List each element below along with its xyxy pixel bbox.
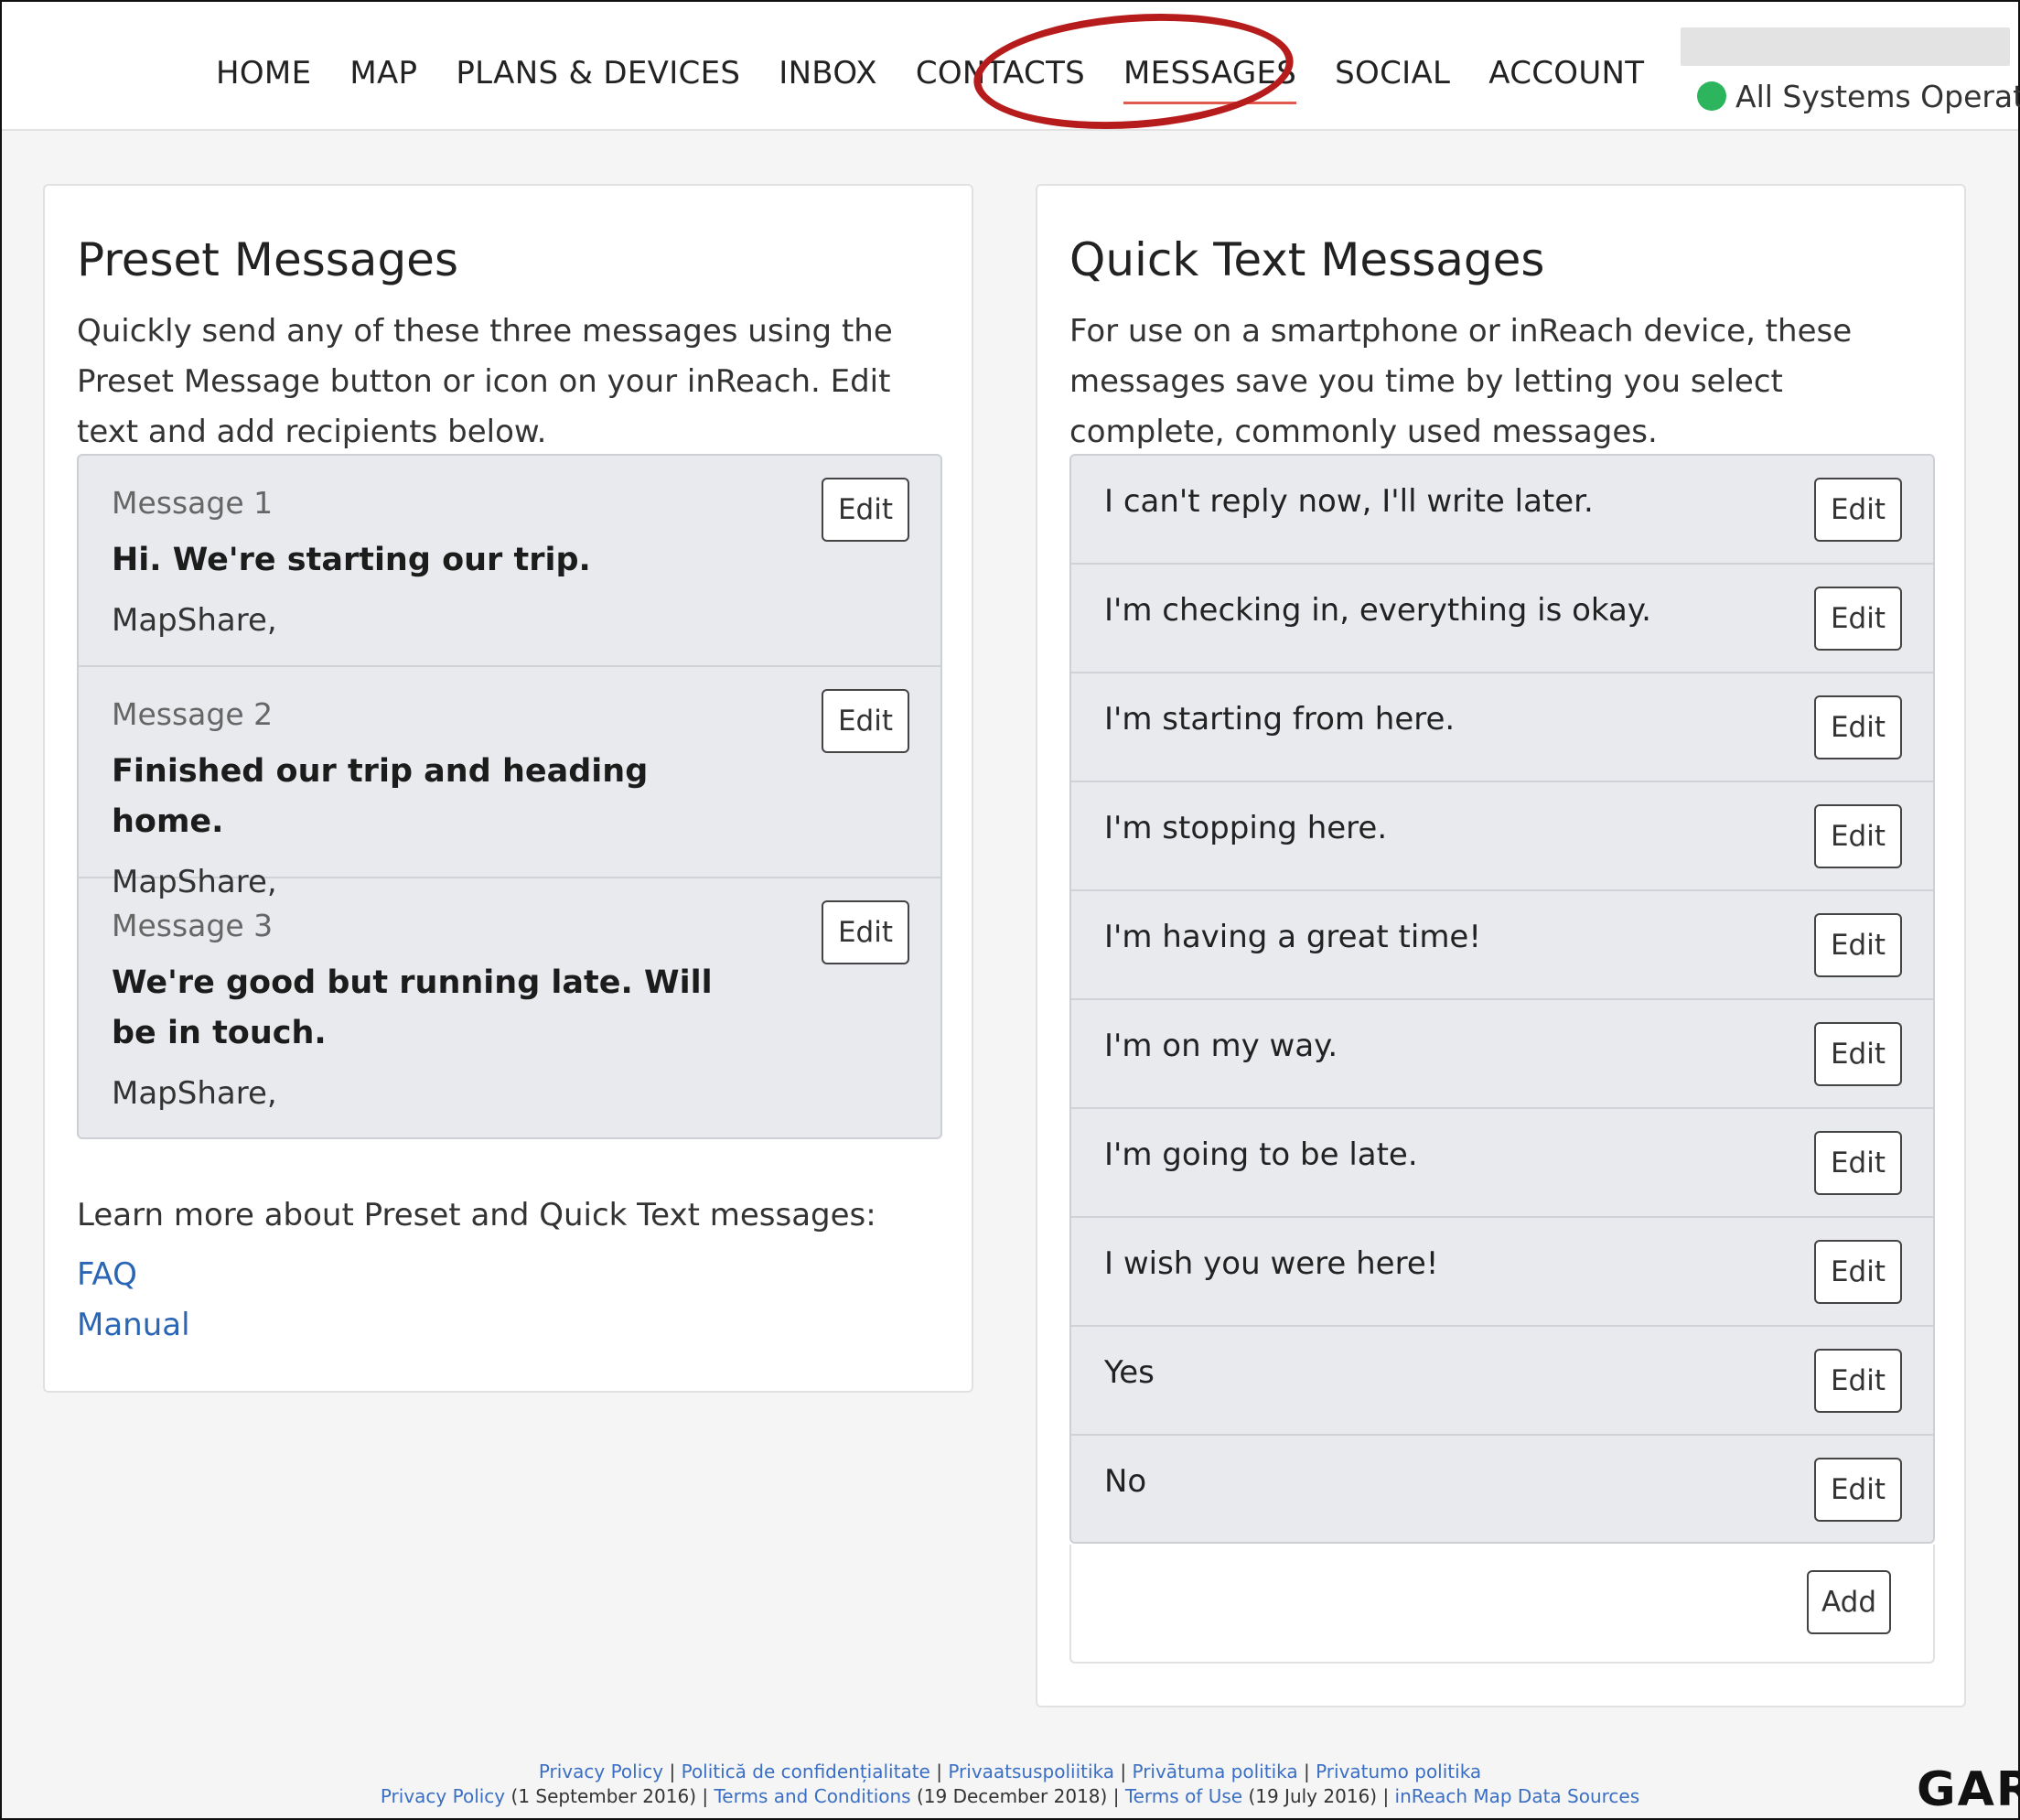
preset-message-list: Message 1 Hi. We're starting our trip. M…	[77, 454, 942, 1139]
footer-separator: |	[1120, 1761, 1127, 1782]
edit-button[interactable]: Edit	[1814, 804, 1902, 868]
quick-text-message: I'm checking in, everything is okay.	[1104, 592, 1651, 629]
nav-inbox[interactable]: INBOX	[779, 55, 877, 92]
list-item: I wish you were here! Edit	[1071, 1218, 1933, 1327]
nav-account[interactable]: ACCOUNT	[1488, 55, 1644, 92]
garmin-logo: GAR	[1917, 1762, 2020, 1817]
list-item: I can't reply now, I'll write later. Edit	[1071, 456, 1933, 565]
edit-button[interactable]: Edit	[1814, 1022, 1902, 1086]
edit-button[interactable]: Edit	[822, 478, 909, 542]
preset-message-recipients: MapShare,	[112, 602, 277, 639]
list-item: I'm going to be late. Edit	[1071, 1109, 1933, 1218]
list-item: Message 2 Finished our trip and heading …	[79, 667, 940, 900]
terms-of-use-date: (19 July 2016)	[1248, 1785, 1378, 1807]
quick-text-list: I can't reply now, I'll write later. Edit…	[1069, 454, 1935, 1544]
annotation-circle	[970, 3, 1297, 140]
edit-button[interactable]: Edit	[1814, 1349, 1902, 1413]
system-status-text: All Systems Operati	[1735, 79, 2020, 114]
privacy-policy-ro-link[interactable]: Politică de confidențialitate	[682, 1761, 930, 1782]
list-item: Yes Edit	[1071, 1327, 1933, 1436]
edit-button[interactable]: Edit	[1814, 478, 1902, 542]
footer-separator: |	[702, 1785, 709, 1807]
privacy-policy-lt-link[interactable]: Privatumo politika	[1316, 1761, 1481, 1782]
privacy-policy-et-link[interactable]: Privaatsuspoliitika	[948, 1761, 1114, 1782]
quick-text-messages-card: Quick Text Messages For use on a smartph…	[1036, 184, 1966, 1707]
footer-privacy-links: Privacy Policy | Politică de confidenția…	[2, 1761, 2018, 1782]
footer-separator: |	[669, 1761, 676, 1782]
quick-text-description: For use on a smartphone or inReach devic…	[1069, 313, 1853, 450]
privacy-policy-link[interactable]: Privacy Policy	[539, 1761, 663, 1782]
quick-text-message: I'm stopping here.	[1104, 810, 1388, 846]
preset-message-label: Message 2	[112, 696, 274, 732]
quick-text-message: I wish you were here!	[1104, 1245, 1439, 1282]
edit-button[interactable]: Edit	[1814, 913, 1902, 977]
add-button[interactable]: Add	[1807, 1570, 1891, 1634]
list-item: No Edit	[1071, 1436, 1933, 1542]
map-data-sources-link[interactable]: inReach Map Data Sources	[1395, 1785, 1640, 1807]
privacy-policy-link[interactable]: Privacy Policy	[381, 1785, 505, 1807]
footer-legal-links: Privacy Policy (1 September 2016) | Term…	[2, 1785, 2018, 1807]
list-item: I'm stopping here. Edit	[1071, 782, 1933, 891]
preset-messages-title: Preset Messages	[77, 233, 458, 286]
footer-separator: |	[1382, 1785, 1390, 1807]
system-status[interactable]: All Systems Operati	[1697, 79, 2020, 114]
terms-and-conditions-link[interactable]: Terms and Conditions	[714, 1785, 910, 1807]
nav-map[interactable]: MAP	[349, 55, 417, 92]
nav-social[interactable]: SOCIAL	[1335, 55, 1450, 92]
quick-text-message: I'm starting from here.	[1104, 701, 1456, 738]
add-quick-text-bar: Add	[1069, 1545, 1935, 1664]
quick-text-message: I'm on my way.	[1104, 1028, 1338, 1064]
top-navigation-bar: HOME MAP PLANS & DEVICES INBOX CONTACTS …	[2, 2, 2020, 140]
edit-button[interactable]: Edit	[822, 689, 909, 753]
quick-text-message: I'm going to be late.	[1104, 1136, 1418, 1173]
preset-message-text: Hi. We're starting our trip.	[112, 542, 591, 578]
nav-home[interactable]: HOME	[216, 55, 311, 92]
preset-messages-card: Preset Messages Quickly send any of thes…	[43, 184, 973, 1393]
privacy-policy-lv-link[interactable]: Privātuma politika	[1132, 1761, 1297, 1782]
nav-plans-devices[interactable]: PLANS & DEVICES	[456, 55, 740, 92]
preset-message-recipients: MapShare,	[112, 1075, 277, 1112]
redacted-user-name	[1681, 27, 2010, 66]
preset-message-text: Finished our trip and heading home.	[112, 753, 649, 840]
terms-date: (19 December 2018)	[916, 1785, 1108, 1807]
faq-link[interactable]: FAQ	[77, 1256, 137, 1293]
quick-text-message: I'm having a great time!	[1104, 919, 1481, 955]
edit-button[interactable]: Edit	[1814, 1240, 1902, 1304]
preset-messages-description: Quickly send any of these three messages…	[77, 313, 893, 450]
privacy-policy-date: (1 September 2016)	[510, 1785, 697, 1807]
quick-text-message: I can't reply now, I'll write later.	[1104, 483, 1594, 520]
footer-separator: |	[1303, 1761, 1310, 1782]
edit-button[interactable]: Edit	[1814, 587, 1902, 651]
list-item: I'm starting from here. Edit	[1071, 673, 1933, 782]
edit-button[interactable]: Edit	[822, 900, 909, 964]
edit-button[interactable]: Edit	[1814, 1458, 1902, 1522]
quick-text-title: Quick Text Messages	[1069, 233, 1545, 286]
manual-link[interactable]: Manual	[77, 1307, 190, 1343]
main-nav: HOME MAP PLANS & DEVICES INBOX CONTACTS …	[216, 55, 1682, 104]
edit-button[interactable]: Edit	[1814, 1131, 1902, 1195]
quick-text-message: Yes	[1104, 1354, 1155, 1391]
footer-separator: |	[1112, 1785, 1120, 1807]
list-item: I'm on my way. Edit	[1071, 1000, 1933, 1109]
learn-more-text: Learn more about Preset and Quick Text m…	[77, 1197, 876, 1233]
footer-separator: |	[936, 1761, 942, 1782]
preset-message-label: Message 3	[112, 908, 274, 943]
preset-message-text: We're good but running late. Will be in …	[112, 964, 713, 1051]
quick-text-message: No	[1104, 1463, 1147, 1500]
status-ok-icon	[1697, 81, 1726, 111]
list-item: Message 1 Hi. We're starting our trip. M…	[79, 456, 940, 667]
edit-button[interactable]: Edit	[1814, 695, 1902, 759]
list-item: I'm checking in, everything is okay. Edit	[1071, 565, 1933, 673]
list-item: Message 3 We're good but running late. W…	[79, 878, 940, 1137]
preset-message-label: Message 1	[112, 485, 274, 521]
terms-of-use-link[interactable]: Terms of Use	[1125, 1785, 1242, 1807]
list-item: I'm having a great time! Edit	[1071, 891, 1933, 1000]
